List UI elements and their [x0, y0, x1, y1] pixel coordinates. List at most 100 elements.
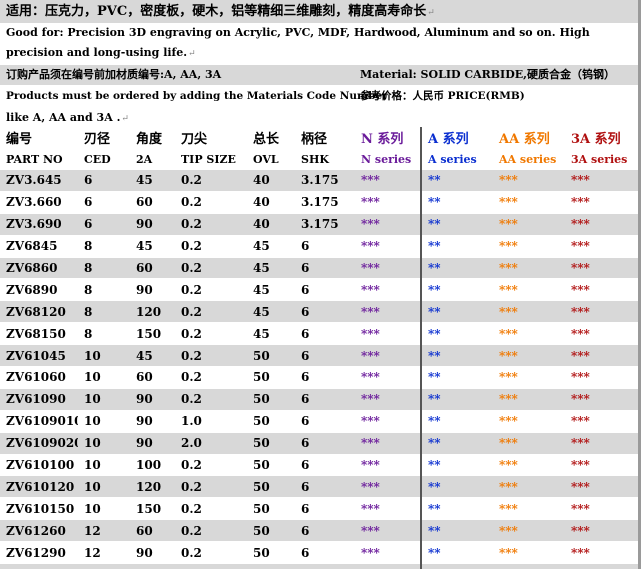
header-cell: TIP SIZE — [175, 148, 247, 170]
table-row: ZV6860 8 60 0.2 45 6 *** ** *** *** — [0, 257, 638, 280]
n-series-cell: *** — [355, 322, 421, 346]
ovl-cell: 50 — [247, 475, 295, 499]
n-series-cell: *** — [355, 169, 421, 192]
tip-size-cell: 0.2 — [175, 235, 247, 258]
3a-series-cell: *** — [565, 410, 638, 433]
tip-size-cell: 0.2 — [175, 454, 247, 477]
ced-cell: 12 — [78, 541, 130, 565]
angle-cell: 120 — [130, 300, 175, 324]
3a-series-cell: *** — [565, 257, 638, 280]
part-no-cell: ZV61090 — [0, 388, 78, 411]
part-no-cell: ZV61260 — [0, 519, 78, 543]
n-series-cell: *** — [355, 475, 421, 499]
ced-cell: 10 — [78, 497, 130, 521]
part-no-cell: ZV68120 — [0, 300, 78, 324]
angle-cell: 150 — [130, 497, 175, 521]
n-series-cell: *** — [355, 454, 421, 477]
ced-cell: 12 — [78, 519, 130, 543]
a-series-cell: ** — [420, 213, 493, 236]
a-series-cell: ** — [420, 300, 493, 324]
table-row: ZV61260 12 60 0.2 50 6 *** ** *** *** — [0, 519, 638, 543]
header-cell: PART NO — [0, 148, 78, 170]
a-series-cell: ** — [420, 278, 493, 302]
table-header-en: PART NO CED 2A TIP SIZE OVL SHK N series… — [0, 148, 638, 170]
ced-cell: 8 — [78, 322, 130, 346]
n-series-cell: *** — [355, 432, 421, 455]
3a-series-cell: *** — [565, 563, 638, 569]
table-row: ZV612120121200.2506*********** — [0, 563, 638, 569]
n-series-cell: *** — [355, 541, 421, 565]
header-cell-n-series: N 系列 — [355, 127, 421, 149]
angle-cell: 45 — [130, 169, 175, 192]
shk-cell: 6 — [295, 410, 355, 433]
table-row: ZV61290 12 90 0.2 50 6 *** ** *** *** — [0, 541, 638, 565]
header-cell-aa-series: AA series — [493, 148, 565, 170]
tip-size-cell: 0.2 — [175, 388, 247, 411]
header-cell: 角度 — [130, 127, 175, 149]
tip-size-cell: 0.2 — [175, 541, 247, 565]
table-row: ZV6109020 10 90 2.0 50 6 *** ** *** *** — [0, 432, 638, 455]
a-series-cell: ** — [420, 322, 493, 346]
table-row: ZV6845 8 45 0.2 45 6 *** ** *** *** — [0, 235, 638, 258]
part-no-cell: ZV6109020 — [0, 432, 78, 455]
shk-cell: 6 — [295, 497, 355, 521]
3a-series-cell: *** — [565, 300, 638, 324]
angle-cell: 90 — [130, 541, 175, 565]
a-series-cell: ** — [420, 366, 493, 389]
tip-size-cell: 0.2 — [175, 344, 247, 368]
angle-cell: 120 — [130, 563, 175, 569]
part-no-cell: ZV6860 — [0, 257, 78, 280]
3a-series-cell: *** — [565, 366, 638, 389]
shk-cell: 6 — [295, 322, 355, 346]
shk-cell: 6 — [295, 563, 355, 569]
aa-series-cell: *** — [493, 257, 565, 280]
tip-size-cell: 1.0 — [175, 410, 247, 433]
shk-cell: 6 — [295, 475, 355, 499]
angle-cell: 90 — [130, 213, 175, 236]
ced-cell: 6 — [78, 213, 130, 236]
aa-series-cell: *** — [493, 300, 565, 324]
n-series-cell: *** — [355, 300, 421, 324]
table-row: ZV61090 10 90 0.2 50 6 *** ** *** *** — [0, 388, 638, 411]
angle-cell: 120 — [130, 475, 175, 499]
aa-series-cell: *** — [493, 475, 565, 499]
ovl-cell: 50 — [247, 432, 295, 455]
header-cell: 刃径 — [78, 127, 130, 149]
ced-cell: 8 — [78, 300, 130, 324]
ovl-cell: 45 — [247, 322, 295, 346]
tip-size-cell: 0.2 — [175, 519, 247, 543]
aa-series-cell: *** — [493, 519, 565, 543]
order-instruction: 订购产品须在编号前加材质编号:A, AA, 3A — [6, 68, 222, 81]
aa-series-cell: *** — [493, 235, 565, 258]
product-table: 编号 刃径 角度 刀尖 总长 柄径 N 系列 A 系列 AA 系列 3A 系列 … — [0, 127, 638, 569]
3a-series-cell: *** — [565, 519, 638, 543]
n-series-cell: *** — [355, 278, 421, 302]
tip-size-cell: 0.2 — [175, 169, 247, 192]
header-cell-a-series: A 系列 — [420, 127, 493, 149]
shk-cell: 6 — [295, 454, 355, 477]
a-series-cell: ** — [420, 410, 493, 433]
header-cell: 编号 — [0, 127, 78, 149]
table-row: ZV61045 10 45 0.2 50 6 *** ** *** *** — [0, 344, 638, 368]
ovl-cell: 50 — [247, 366, 295, 389]
ovl-cell: 50 — [247, 497, 295, 521]
aa-series-cell: *** — [493, 213, 565, 236]
tip-size-cell: 0.2 — [175, 322, 247, 346]
3a-series-cell: *** — [565, 497, 638, 521]
n-series-cell: *** — [355, 563, 421, 569]
a-series-cell: ** — [420, 432, 493, 455]
a-series-cell: ** — [420, 541, 493, 565]
ced-cell: 10 — [78, 454, 130, 477]
n-series-cell: *** — [355, 235, 421, 258]
ovl-cell: 45 — [247, 235, 295, 258]
part-no-cell: ZV61060 — [0, 366, 78, 389]
part-no-cell: ZV3.690 — [0, 213, 78, 236]
angle-cell: 60 — [130, 366, 175, 389]
angle-cell: 60 — [130, 191, 175, 214]
angle-cell: 90 — [130, 388, 175, 411]
aa-series-cell: *** — [493, 366, 565, 389]
a-series-cell: ** — [420, 235, 493, 258]
part-no-cell: ZV612120 — [0, 563, 78, 569]
shk-cell: 3.175 — [295, 169, 355, 192]
3a-series-cell: *** — [565, 475, 638, 499]
